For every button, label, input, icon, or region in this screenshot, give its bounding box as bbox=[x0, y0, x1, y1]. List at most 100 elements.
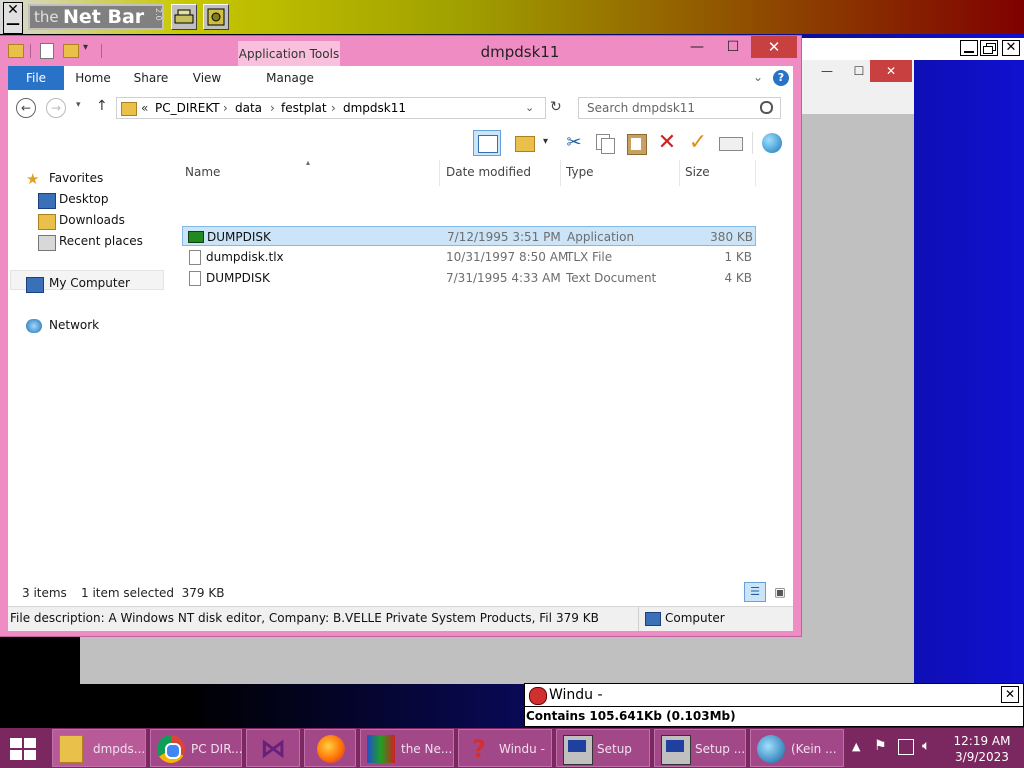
taskbar-item-kein[interactable]: (Kein ... bbox=[750, 729, 844, 767]
windu-window[interactable]: Windu - ✕ Contains 105.641Kb (0.103Mb) bbox=[524, 683, 1024, 727]
close-button[interactable]: ✕ bbox=[1001, 686, 1019, 703]
nav-network[interactable]: Network bbox=[49, 315, 99, 335]
breadcrumb-festplat[interactable]: festplat bbox=[281, 101, 327, 115]
minimize-button[interactable]: — bbox=[812, 60, 842, 82]
refresh-icon[interactable]: ↻ bbox=[550, 99, 562, 115]
column-divider[interactable] bbox=[679, 160, 680, 186]
tab-file[interactable]: File bbox=[8, 66, 64, 90]
table-row[interactable]: dumpdisk.tlx 10/31/1997 8:50 AM TLX File… bbox=[182, 247, 756, 267]
volume-icon[interactable]: 🔈︎ bbox=[922, 738, 930, 754]
column-type[interactable]: Type bbox=[566, 165, 594, 179]
status-selection: 1 item selected 379 KB bbox=[81, 586, 225, 600]
dropdown-icon[interactable]: ▾ bbox=[543, 136, 548, 147]
start-button[interactable] bbox=[10, 738, 36, 760]
column-divider[interactable] bbox=[439, 160, 440, 186]
tab-view[interactable]: View bbox=[184, 66, 230, 90]
column-divider[interactable] bbox=[755, 160, 756, 186]
taskbar-item-label: dmpds... bbox=[93, 742, 146, 756]
new-folder-icon[interactable] bbox=[63, 44, 79, 58]
windu-titlebar[interactable]: Windu - ✕ bbox=[525, 684, 1023, 707]
file-size: 380 KB bbox=[710, 230, 753, 244]
close-button[interactable]: ✕ bbox=[870, 60, 912, 82]
delete-icon[interactable]: ✕ bbox=[655, 132, 679, 154]
netbar-close-icon[interactable]: ✕ — bbox=[3, 2, 23, 34]
taskbar-item-firefox[interactable] bbox=[304, 729, 356, 767]
nav-recent-places[interactable]: Recent places bbox=[59, 231, 143, 251]
status-bar: 3 items 1 item selected 379 KB ☰ ▣ bbox=[8, 580, 793, 606]
divider bbox=[101, 44, 102, 58]
address-box[interactable]: « PC_DIREKT › data › festplat › dmpdsk11… bbox=[116, 97, 546, 119]
properties-icon[interactable] bbox=[40, 43, 54, 59]
table-row[interactable]: DUMPDISK 7/12/1995 3:51 PM Application 3… bbox=[182, 226, 756, 246]
preview-pane-icon[interactable] bbox=[473, 130, 501, 156]
show-hidden-icons-icon[interactable]: ▲ bbox=[852, 740, 860, 753]
taskbar-item-explorer[interactable]: dmpds... bbox=[52, 729, 146, 767]
cut-icon[interactable]: ✂ bbox=[562, 132, 586, 154]
copy-icon[interactable] bbox=[593, 132, 617, 154]
netbar-logo[interactable]: the Net Bar 2.0 bbox=[28, 4, 164, 30]
taskbar-item-windu[interactable]: ? Windu - bbox=[458, 729, 552, 767]
address-dropdown-icon[interactable]: ⌄ bbox=[525, 101, 534, 114]
nav-favorites[interactable]: Favorites bbox=[49, 168, 103, 188]
rename-icon[interactable] bbox=[718, 132, 743, 154]
details-view-icon[interactable]: ☰ bbox=[744, 582, 766, 602]
new-folder-icon[interactable] bbox=[513, 132, 537, 154]
taskbar-item-setup[interactable]: Setup bbox=[556, 729, 650, 767]
minimize-button[interactable]: — bbox=[680, 36, 714, 58]
command-toolbar: ▾ ✂ ✕ ✓ bbox=[8, 126, 793, 160]
ribbon-expand-icon[interactable]: ⌄ bbox=[753, 70, 763, 84]
tab-share[interactable]: Share bbox=[128, 66, 174, 90]
taskbar: dmpds... PC DIR... ⋈ the Ne... ? Windu -… bbox=[0, 728, 1024, 768]
divider bbox=[752, 132, 753, 154]
close-button[interactable]: ✕ bbox=[751, 36, 797, 58]
taskbar-item-netbar[interactable]: the Ne... bbox=[360, 729, 454, 767]
visual-studio-icon: ⋈ bbox=[260, 734, 286, 764]
column-size[interactable]: Size bbox=[685, 165, 710, 179]
taskbar-item-label: Setup ... bbox=[695, 742, 746, 756]
globe-icon bbox=[757, 735, 785, 763]
forward-button[interactable]: → bbox=[46, 98, 66, 118]
checkmark-icon[interactable]: ✓ bbox=[686, 132, 710, 154]
recent-locations-icon[interactable]: ▾ bbox=[76, 100, 81, 110]
flag-icon[interactable]: ⚑ bbox=[874, 738, 887, 754]
back-button[interactable]: ← bbox=[16, 98, 36, 118]
taskbar-item-setup-2[interactable]: Setup ... bbox=[654, 729, 746, 767]
nav-desktop[interactable]: Desktop bbox=[59, 189, 109, 209]
close-button[interactable]: ✕ bbox=[1002, 40, 1020, 56]
search-icon[interactable] bbox=[760, 101, 773, 114]
globe-icon[interactable] bbox=[760, 132, 784, 154]
downloads-icon bbox=[38, 214, 56, 230]
quick-access-dropdown-icon[interactable]: ▾ bbox=[83, 42, 88, 53]
taskbar-item-chrome[interactable]: PC DIR... bbox=[150, 729, 243, 767]
nav-my-computer[interactable]: My Computer bbox=[49, 273, 130, 293]
table-row[interactable]: DUMPDISK 7/31/1995 4:33 AM Text Document… bbox=[182, 268, 756, 288]
help-icon[interactable]: ? bbox=[773, 70, 789, 86]
text-document-icon bbox=[189, 271, 201, 286]
maximize-button[interactable]: ☐ bbox=[716, 36, 750, 58]
tools-icon[interactable] bbox=[203, 4, 229, 30]
up-button[interactable]: ↑ bbox=[96, 98, 108, 114]
desktop-icon bbox=[38, 193, 56, 209]
netbar-toolbar: ✕ — the Net Bar 2.0 bbox=[0, 0, 1024, 34]
tab-home[interactable]: Home bbox=[70, 66, 116, 90]
restore-button[interactable] bbox=[980, 40, 998, 56]
breadcrumb-dmpdsk11[interactable]: dmpdsk11 bbox=[343, 101, 406, 115]
minimize-button[interactable] bbox=[960, 40, 978, 56]
nav-downloads[interactable]: Downloads bbox=[59, 210, 125, 230]
paste-icon[interactable] bbox=[624, 132, 648, 155]
tab-manage[interactable]: Manage bbox=[240, 66, 340, 90]
explorer-titlebar[interactable]: ▾ Application Tools dmpdsk11 — ☐ ✕ bbox=[0, 36, 801, 71]
breadcrumb-overflow[interactable]: « bbox=[141, 101, 148, 115]
network-status-icon[interactable] bbox=[898, 739, 914, 755]
search-input[interactable]: Search dmpdsk11 bbox=[578, 97, 781, 119]
drive-icon[interactable] bbox=[171, 4, 197, 30]
breadcrumb-pc-direkt[interactable]: PC_DIREKT bbox=[155, 101, 220, 115]
column-name[interactable]: Name bbox=[185, 165, 220, 179]
large-icons-view-icon[interactable]: ▣ bbox=[770, 582, 790, 602]
column-divider[interactable] bbox=[560, 160, 561, 186]
taskbar-item-visual-studio[interactable]: ⋈ bbox=[246, 729, 300, 767]
column-date-modified[interactable]: Date modified bbox=[446, 165, 531, 179]
breadcrumb-data[interactable]: data bbox=[235, 101, 262, 115]
breadcrumb-separator-icon: › bbox=[331, 101, 336, 115]
taskbar-clock[interactable]: 12:19 AM 3/9/2023 bbox=[950, 733, 1014, 765]
